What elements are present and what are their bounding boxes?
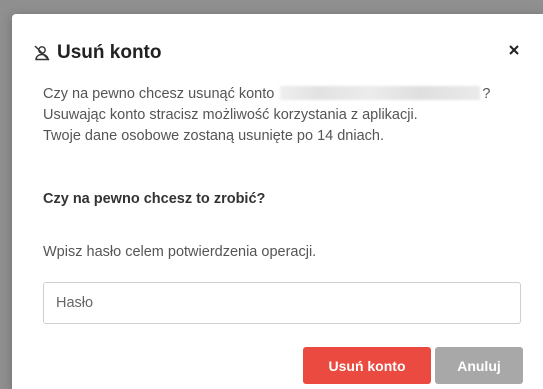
description-prefix: Czy na pewno chcesz usunąć konto xyxy=(43,86,275,102)
redacted-account-name xyxy=(280,86,481,100)
delete-account-dialog: Usuń konto Czy na pewno chcesz usunąć ko… xyxy=(12,14,543,389)
password-hint: Wpisz hasło celem potwierdzenia operacji… xyxy=(43,244,317,260)
description-line-1: Czy na pewno chcesz usunąć konto ? xyxy=(43,84,533,105)
cancel-button[interactable]: Anuluj xyxy=(435,347,523,384)
description-suffix: ? xyxy=(482,86,491,102)
password-input[interactable] xyxy=(43,282,521,324)
user-slash-icon xyxy=(32,43,52,63)
dialog-title: Usuń konto xyxy=(57,42,162,63)
confirmation-question: Czy na pewno chcesz to zrobić? xyxy=(43,191,266,207)
description-line-3: Twoje dane osobowe zostaną usunięte po 1… xyxy=(43,128,384,144)
close-icon[interactable] xyxy=(505,41,523,59)
dialog-description: Czy na pewno chcesz usunąć konto ? Usuwa… xyxy=(43,84,533,147)
delete-account-button[interactable]: Usuń konto xyxy=(303,347,431,384)
dialog-header: Usuń konto xyxy=(32,40,523,66)
description-line-2: Usuwając konto stracisz możliwość korzys… xyxy=(43,107,418,123)
